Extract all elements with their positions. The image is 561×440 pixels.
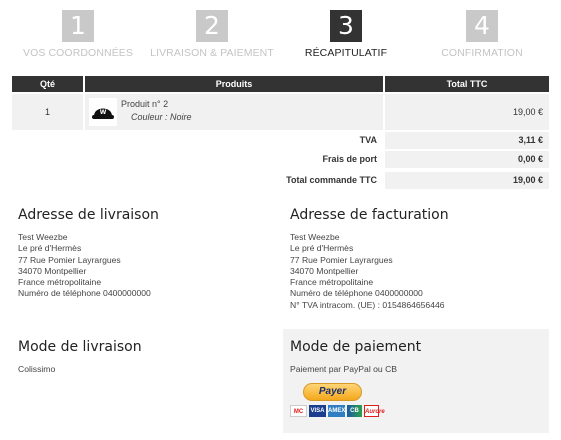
step-livraison-paiement[interactable]: 2 LIVRAISON & PAIEMENT xyxy=(148,10,276,59)
column-header-total: Total TTC xyxy=(385,76,549,92)
tva-label: TVA xyxy=(359,135,377,145)
step-label: CONFIRMATION xyxy=(441,47,523,59)
step-label: LIVRAISON & PAIEMENT xyxy=(150,47,274,59)
checkout-steps: 1 VOS COORDONNÉES 2 LIVRAISON & PAIEMENT… xyxy=(0,10,561,66)
step-label: VOS COORDONNÉES xyxy=(22,47,134,59)
address-line: N° TVA intracom. (UE) : 0154864656446 xyxy=(290,299,445,310)
step-coordonnees[interactable]: 1 VOS COORDONNÉES xyxy=(22,10,134,59)
table-row: W Produit n° 2 Couleur : Noire xyxy=(85,94,383,130)
item-qty: 1 xyxy=(12,94,83,130)
step-number: 4 xyxy=(466,10,498,42)
delivery-mode-title: Mode de livraison xyxy=(18,339,142,355)
address-line: Test Weezbe xyxy=(290,232,340,242)
step-number: 1 xyxy=(62,10,94,42)
step-number: 3 xyxy=(330,10,362,42)
delivery-mode: Mode de livraison Colissimo xyxy=(18,339,268,375)
product-image[interactable]: W xyxy=(89,98,117,126)
address-line: Numéro de téléphone 0400000000 xyxy=(18,288,151,299)
order-total-value: 19,00 € xyxy=(385,172,549,189)
step-label: RÉCAPITULATIF xyxy=(304,47,388,59)
mastercard-icon: MC xyxy=(290,405,307,417)
address-line: Le pré d'Hermès xyxy=(290,243,354,254)
column-header-products: Produits xyxy=(85,76,383,92)
order-total-label: Total commande TTC xyxy=(286,175,377,185)
product-variant: Couleur : Noire xyxy=(131,112,192,122)
address-line: 77 Rue Pomier Layrargues xyxy=(18,254,121,265)
billing-address-title: Adresse de facturation xyxy=(290,207,449,223)
billing-address: Adresse de facturation Test Weezbe Le pr… xyxy=(290,207,545,311)
item-price: 19,00 € xyxy=(385,94,549,130)
cb-icon: CB xyxy=(347,405,362,417)
address-line: France métropolitaine xyxy=(290,277,374,288)
payment-mode: Mode de paiement Paiement par PayPal ou … xyxy=(290,339,545,375)
address-line: Numéro de téléphone 0400000000 xyxy=(290,288,423,299)
amex-icon: AMEX xyxy=(328,405,345,417)
address-line: France métropolitaine xyxy=(18,277,102,288)
delivery-mode-value: Colissimo xyxy=(18,364,56,374)
address-line: 34070 Montpellier xyxy=(290,265,359,276)
address-line: Test Weezbe xyxy=(18,232,68,242)
step-recapitulatif: 3 RÉCAPITULATIF xyxy=(298,10,394,59)
payment-mode-title: Mode de paiement xyxy=(290,339,422,355)
tva-value: 3,11 € xyxy=(385,132,549,149)
delivery-address: Adresse de livraison Test Weezbe Le pré … xyxy=(18,207,268,300)
aurore-card-icon: Aurore xyxy=(364,405,385,417)
address-line: 34070 Montpellier xyxy=(18,265,87,276)
payment-mode-value: Paiement par PayPal ou CB xyxy=(290,364,398,374)
shipping-value: 0,00 € xyxy=(385,151,549,168)
shipping-label: Frais de port xyxy=(322,154,377,164)
delivery-address-title: Adresse de livraison xyxy=(18,207,159,223)
product-name[interactable]: Produit n° 2 xyxy=(121,99,168,109)
paypal-pay-button[interactable]: Payer xyxy=(303,383,362,401)
column-header-qty: Qté xyxy=(12,76,83,92)
visa-icon: VISA xyxy=(309,405,326,417)
address-line: 77 Rue Pomier Layrargues xyxy=(290,254,393,265)
svg-text:W: W xyxy=(100,109,107,116)
step-number: 2 xyxy=(196,10,228,42)
address-line: Le pré d'Hermès xyxy=(18,243,82,254)
step-confirmation: 4 CONFIRMATION xyxy=(438,10,526,59)
